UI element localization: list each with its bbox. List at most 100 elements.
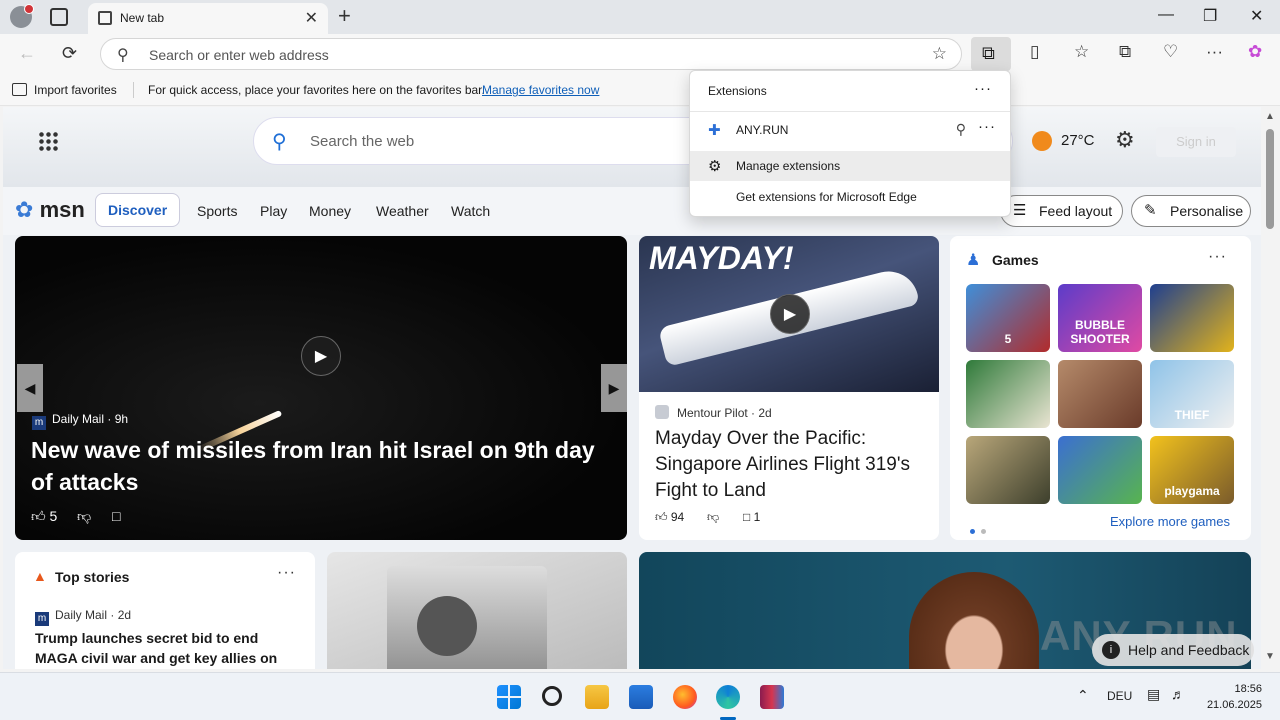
game-tile[interactable]: BUBBLE SHOOTER bbox=[1058, 284, 1142, 352]
main-source-name: Daily Mail bbox=[52, 412, 105, 426]
import-favorites-button[interactable]: Import favorites bbox=[34, 83, 117, 97]
split-screen-icon[interactable]: ▯ bbox=[1030, 42, 1039, 62]
favorites-icon[interactable]: ☆ bbox=[1074, 42, 1089, 62]
carousel-prev-button[interactable]: ◀ bbox=[17, 364, 43, 412]
games-icon: ♟ bbox=[966, 252, 981, 269]
tab-strip: New tab ✕ + — ❐ ✕ bbox=[0, 0, 1280, 34]
scroll-down-icon[interactable]: ▼ bbox=[1265, 651, 1275, 662]
comment-button[interactable]: □ 1 bbox=[743, 510, 760, 524]
game-tile[interactable]: THIEF bbox=[1150, 360, 1234, 428]
tray-overflow-icon[interactable]: ⌃ bbox=[1077, 687, 1089, 704]
tab-watch[interactable]: Watch bbox=[451, 203, 490, 219]
top-stories-more-button[interactable]: ··· bbox=[277, 564, 296, 582]
dislike-icon[interactable]: 👎︎ bbox=[77, 508, 91, 525]
back-button[interactable]: ← bbox=[18, 43, 36, 64]
extensions-more-button[interactable]: ··· bbox=[974, 80, 992, 97]
tab-money[interactable]: Money bbox=[309, 203, 351, 219]
main-story-card[interactable]: ▶ ◀ ▶ m Daily Mail · 9h New wave of missi… bbox=[15, 236, 627, 540]
new-tab-button[interactable]: + bbox=[338, 3, 351, 29]
extension-anyrun-more-button[interactable]: ··· bbox=[978, 118, 996, 135]
game-tile[interactable] bbox=[1058, 360, 1142, 428]
top-story-headline[interactable]: Trump launches secret bid to end MAGA ci… bbox=[35, 628, 301, 669]
mayday-headline[interactable]: Mayday Over the Pacific: Singapore Airli… bbox=[655, 426, 925, 504]
scroll-thumb[interactable] bbox=[1266, 129, 1274, 229]
profile-avatar-icon[interactable] bbox=[10, 4, 34, 28]
games-more-button[interactable]: ··· bbox=[1208, 248, 1227, 266]
refresh-button[interactable]: ⟳ bbox=[62, 43, 77, 64]
carousel-next-button[interactable]: ▶ bbox=[601, 364, 627, 412]
taskbar-search-icon[interactable] bbox=[542, 686, 562, 706]
network-icon[interactable]: ▤ bbox=[1147, 686, 1160, 703]
tab-sports[interactable]: Sports bbox=[197, 203, 237, 219]
add-favorite-icon[interactable]: ☆ bbox=[932, 44, 947, 64]
tab-close-button[interactable]: ✕ bbox=[305, 8, 318, 28]
app-launcher-icon[interactable] bbox=[38, 131, 58, 151]
tab-play[interactable]: Play bbox=[260, 203, 287, 219]
personalise-button[interactable]: ✎ Personalise bbox=[1131, 195, 1251, 227]
minimize-button[interactable]: — bbox=[1158, 6, 1174, 24]
feed-layout-button[interactable]: ☰ Feed layout bbox=[1000, 195, 1123, 227]
msn-logo-text: msn bbox=[39, 197, 85, 222]
game-tile[interactable] bbox=[966, 360, 1050, 428]
weather-sun-icon[interactable] bbox=[1032, 131, 1052, 151]
get-extensions-label: Get extensions for Microsoft Edge bbox=[736, 190, 917, 204]
game-tile[interactable] bbox=[1058, 436, 1142, 504]
firefox-icon[interactable] bbox=[673, 685, 697, 709]
mayday-story-card[interactable]: MAYDAY! ▶ Mentour Pilot · 2d Mayday Over… bbox=[639, 236, 939, 540]
appliance-story-card[interactable] bbox=[327, 552, 627, 669]
msn-nav: ✿ msn Discover Sports Play Money Weather… bbox=[3, 187, 1261, 235]
page-scrollbar[interactable]: ▲ ▼ bbox=[1261, 107, 1280, 669]
collections-icon[interactable]: ⧉ bbox=[1119, 42, 1131, 62]
manage-favorites-link[interactable]: Manage favorites now bbox=[482, 83, 599, 97]
settings-more-icon[interactable]: ··· bbox=[1206, 42, 1223, 62]
tab-weather[interactable]: Weather bbox=[376, 203, 429, 219]
mayday-comment-count: 1 bbox=[753, 510, 761, 524]
language-indicator[interactable]: DEU bbox=[1107, 689, 1132, 703]
file-explorer-icon[interactable] bbox=[585, 685, 609, 709]
extension-anyrun-label: ANY.RUN bbox=[736, 123, 789, 137]
taskbar: ⌃ DEU ▤ ♬ 18:56 21.06.2025 bbox=[0, 672, 1280, 720]
play-video-button[interactable]: ▶ bbox=[301, 336, 341, 376]
tab-discover[interactable]: Discover bbox=[95, 193, 181, 227]
start-icon[interactable] bbox=[497, 685, 521, 709]
microsoft-store-icon[interactable] bbox=[629, 685, 653, 709]
game-tile[interactable] bbox=[1150, 284, 1234, 352]
tab-new-tab[interactable]: New tab ✕ bbox=[88, 3, 328, 34]
msn-logo[interactable]: ✿ msn bbox=[15, 197, 85, 223]
like-button[interactable]: 👍︎ 5 bbox=[31, 508, 57, 525]
restore-button[interactable]: ❐ bbox=[1203, 6, 1217, 26]
top-stories-title: Top stories bbox=[55, 569, 130, 585]
page-settings-icon[interactable]: ⚙ bbox=[1115, 127, 1135, 153]
explore-more-games-link[interactable]: Explore more games bbox=[1110, 514, 1230, 529]
browser-essentials-icon[interactable]: ♡ bbox=[1163, 42, 1178, 62]
game-tile[interactable]: playgama bbox=[1150, 436, 1234, 504]
pin-icon[interactable]: ⚲ bbox=[956, 121, 966, 138]
help-icon: i bbox=[1102, 641, 1120, 659]
play-video-button[interactable]: ▶ bbox=[770, 294, 810, 334]
scroll-up-icon[interactable]: ▲ bbox=[1265, 111, 1275, 122]
sign-in-button[interactable]: Sign in bbox=[1156, 127, 1236, 157]
volume-icon[interactable]: ♬ bbox=[1171, 686, 1185, 702]
dislike-icon[interactable]: 👎︎ bbox=[707, 510, 719, 525]
winrar-icon[interactable] bbox=[760, 685, 784, 709]
extension-anyrun-item[interactable]: ✚ ANY.RUN ⚲ ··· bbox=[690, 115, 1010, 145]
close-window-button[interactable]: ✕ bbox=[1250, 6, 1263, 26]
taskbar-clock[interactable]: 18:56 21.06.2025 bbox=[1196, 681, 1262, 713]
daily-mail-logo-icon: m bbox=[35, 612, 49, 626]
comment-icon[interactable]: □ bbox=[112, 508, 120, 524]
search-icon: ⚲ bbox=[117, 47, 129, 64]
copilot-icon[interactable]: ✿ bbox=[1248, 42, 1262, 62]
edge-icon[interactable] bbox=[716, 685, 740, 709]
tab-actions-icon[interactable] bbox=[50, 8, 68, 26]
main-story-headline[interactable]: New wave of missiles from Iran hit Israe… bbox=[31, 434, 611, 498]
like-button[interactable]: 👍︎ 94 bbox=[655, 510, 684, 525]
import-icon bbox=[12, 83, 27, 96]
game-tile[interactable] bbox=[966, 436, 1050, 504]
get-extensions-item[interactable]: Get extensions for Microsoft Edge bbox=[690, 182, 1010, 212]
extensions-button[interactable]: ⧉ bbox=[971, 37, 1011, 71]
weather-temp[interactable]: 27°C bbox=[1061, 132, 1095, 149]
address-bar[interactable]: ⚲ Search or enter web address ☆ bbox=[100, 38, 962, 70]
help-feedback-button[interactable]: i Help and Feedback bbox=[1092, 634, 1254, 666]
manage-extensions-item[interactable]: ⚙ Manage extensions bbox=[690, 151, 1010, 181]
game-tile[interactable]: 5 bbox=[966, 284, 1050, 352]
